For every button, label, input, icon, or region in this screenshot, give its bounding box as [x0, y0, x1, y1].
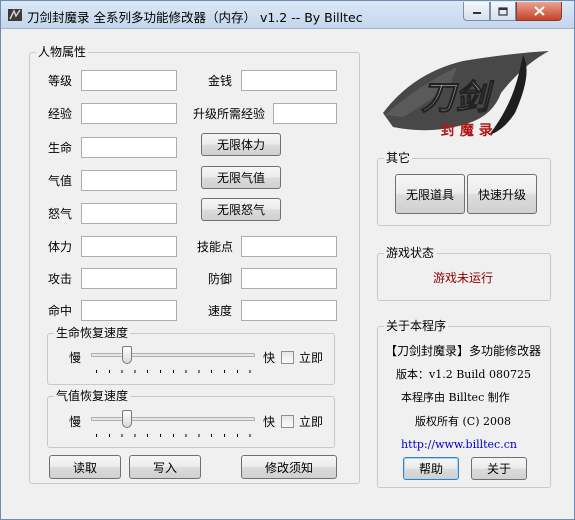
attack-field[interactable] [81, 268, 177, 289]
accuracy-field[interactable] [81, 300, 177, 321]
about-group-label: 关于本程序 [384, 319, 449, 333]
qi-regen-immediate-label: 立即 [299, 415, 324, 429]
exp-needed-label: 升级所需经验 [193, 107, 266, 121]
minimize-button[interactable] [463, 2, 490, 21]
life-regen-slider-ticks [96, 370, 252, 373]
close-icon [533, 6, 545, 16]
infinite-stamina-button[interactable]: 无限体力 [201, 133, 281, 156]
help-button[interactable]: 帮助 [403, 457, 459, 480]
about-url-link[interactable]: http://www.billtec.cn [401, 438, 517, 452]
money-label: 金钱 [208, 74, 233, 88]
qi-regen-fast-label: 快 [263, 415, 276, 429]
about-author: 本程序由 Billtec 制作 [401, 391, 510, 404]
rage-label: 怒气 [48, 207, 73, 221]
defense-label: 防御 [208, 272, 233, 286]
attributes-group-label: 人物属性 [36, 45, 89, 59]
speed-label: 速度 [208, 304, 233, 318]
life-regen-slider-thumb[interactable] [121, 346, 132, 364]
stamina-label: 体力 [48, 240, 73, 254]
qi-regen-immediate-checkbox[interactable] [281, 415, 294, 428]
rage-field[interactable] [81, 203, 177, 224]
game-status-group-label: 游戏状态 [384, 246, 437, 260]
qi-label: 气值 [48, 174, 73, 188]
skill-points-field[interactable] [241, 236, 337, 257]
attack-label: 攻击 [48, 272, 73, 286]
level-field[interactable] [81, 70, 177, 91]
title-bar[interactable]: 刀剑封魔录 全系列多功能修改器（内存） v1.2 -- By Billtec [1, 1, 574, 29]
qi-regen-label: 气值恢复速度 [54, 389, 131, 403]
speed-field[interactable] [241, 300, 337, 321]
logo-sub-text: 封 魔 录 [441, 122, 493, 139]
infinite-qi-button[interactable]: 无限气值 [201, 166, 281, 189]
exp-label: 经验 [48, 107, 73, 121]
life-field[interactable] [81, 137, 177, 158]
maximize-icon [498, 6, 508, 16]
life-regen-immediate-label: 立即 [299, 351, 324, 365]
stamina-field[interactable] [81, 236, 177, 257]
maximize-button[interactable] [490, 2, 516, 21]
qi-regen-slow-label: 慢 [69, 415, 82, 429]
infinite-items-button[interactable]: 无限道具 [395, 174, 465, 214]
read-button[interactable]: 读取 [49, 455, 121, 479]
life-regen-slider-track[interactable] [91, 353, 255, 357]
accuracy-label: 命中 [48, 304, 73, 318]
other-group-label: 其它 [384, 151, 413, 165]
infinite-rage-button[interactable]: 无限怒气 [201, 198, 281, 221]
qi-regen-slider-track[interactable] [91, 417, 255, 421]
minimize-icon [472, 12, 481, 14]
level-label: 等级 [48, 74, 73, 88]
life-regen-label: 生命恢复速度 [54, 326, 131, 340]
logo-art-text: 刀剑 [421, 78, 494, 118]
life-regen-slow-label: 慢 [69, 351, 82, 365]
exp-field[interactable] [81, 103, 177, 124]
game-cheat-icon [8, 9, 22, 21]
qi-regen-slider-thumb[interactable] [121, 410, 132, 428]
write-button[interactable]: 写入 [129, 455, 201, 479]
skill-points-label: 技能点 [197, 240, 234, 254]
game-logo: 刀剑 封 魔 录 [383, 51, 549, 139]
defense-field[interactable] [241, 268, 337, 289]
life-regen-immediate-checkbox[interactable] [281, 351, 294, 364]
life-label: 生命 [48, 141, 73, 155]
about-copyright: 版权所有 (C) 2008 [415, 415, 511, 428]
fast-level-button[interactable]: 快速升级 [467, 174, 537, 214]
qi-field[interactable] [81, 170, 177, 191]
main-window: 刀剑封魔录 全系列多功能修改器（内存） v1.2 -- By Billtec 人… [0, 0, 575, 520]
about-version: 版本：v1.2 Build 080725 [396, 368, 531, 381]
qi-regen-slider-ticks [96, 434, 252, 437]
money-field[interactable] [241, 70, 337, 91]
notes-button[interactable]: 修改须知 [241, 455, 337, 479]
window-title: 刀剑封魔录 全系列多功能修改器（内存） v1.2 -- By Billtec [27, 10, 363, 25]
exp-needed-field[interactable] [273, 103, 337, 124]
about-button[interactable]: 关于 [471, 457, 527, 480]
game-status-text: 游戏未运行 [433, 271, 494, 285]
about-name: 【刀剑封魔录】多功能修改器 [385, 344, 542, 358]
life-regen-fast-label: 快 [263, 351, 276, 365]
close-button[interactable] [516, 2, 562, 21]
